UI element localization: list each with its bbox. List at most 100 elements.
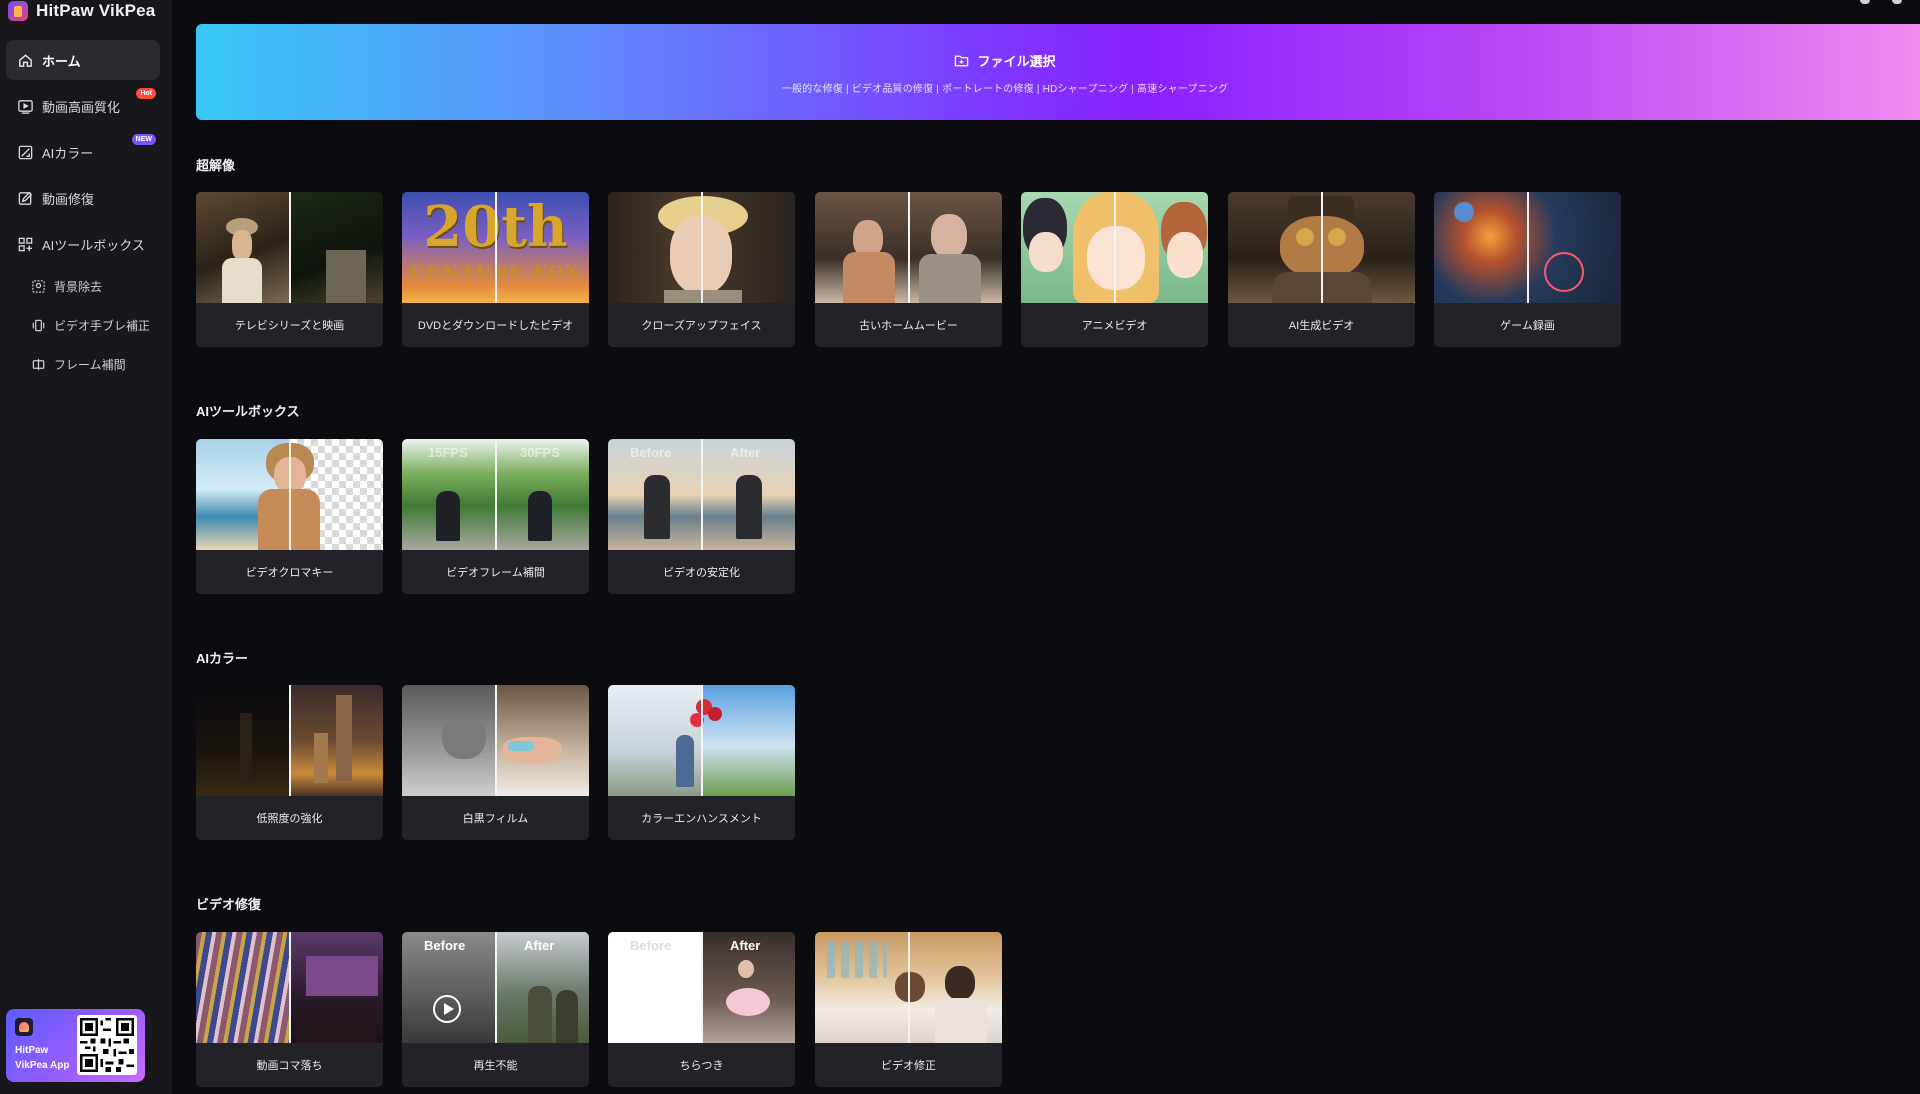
before-after-divider (1321, 192, 1323, 303)
card-label: DVDとダウンロードしたビデオ (417, 320, 574, 332)
before-after-divider (1114, 192, 1116, 303)
card-label: ビデオの安定化 (663, 567, 740, 579)
card-old-home-movies[interactable]: 古いホームムービー (815, 192, 1002, 347)
sidebar-item-label: 動画高画質化 (42, 99, 121, 115)
card-thumbnail (608, 685, 795, 796)
after-tag: After (730, 938, 761, 953)
card-label: AI生成ビデオ (1288, 320, 1355, 332)
card-thumbnail (1434, 192, 1621, 303)
section-title-ai-toolbox: AIツールボックス (196, 404, 300, 419)
sidebar-item-label: AIツールボックス (42, 237, 145, 253)
card-thumbnail: Before After (402, 932, 589, 1043)
play-icon (433, 995, 461, 1023)
after-tag: After (524, 938, 555, 953)
card-video-repair[interactable]: ビデオ修正 (815, 932, 1002, 1087)
card-thumbnail: 20th CENTURY FOX (402, 192, 589, 303)
card-color-enhancement[interactable]: カラーエンハンスメント (608, 685, 795, 840)
card-label: ビデオクロマキー (245, 567, 334, 579)
new-badge: NEW (131, 134, 156, 145)
sidebar-subitem-label: ビデオ手ブレ補正 (54, 318, 151, 333)
card-ai-generated-video[interactable]: AI生成ビデオ (1228, 192, 1415, 347)
card-closeup-face[interactable]: クローズアップフェイス (608, 192, 795, 347)
card-game-recording[interactable]: ゲーム録画 (1434, 192, 1621, 347)
sidebar-item-ai-color[interactable]: AIカラー NEW (6, 132, 160, 172)
brand: HitPaw VikPea (8, 0, 155, 22)
banner-title: ファイル選択 (196, 51, 1814, 70)
card-anime-video[interactable]: アニメビデオ (1021, 192, 1208, 347)
frame-interpolation-icon (30, 356, 46, 372)
close-icon[interactable] (1892, 0, 1902, 4)
card-thumbnail (1228, 192, 1415, 303)
card-thumbnail (196, 932, 383, 1043)
before-after-divider (1527, 192, 1529, 303)
card-low-light-enhancement[interactable]: 低照度の強化 (196, 685, 383, 840)
before-after-divider (289, 932, 291, 1043)
sidebar-item-label: 動画修復 (42, 191, 95, 207)
card-label: ゲーム録画 (1500, 320, 1555, 332)
video-repair-icon (16, 189, 34, 207)
card-thumbnail: 15FPS 30FPS (402, 439, 589, 550)
card-thumbnail (196, 192, 383, 303)
before-after-divider (701, 439, 703, 550)
card-label: 再生不能 (473, 1060, 518, 1072)
card-thumbnail (196, 685, 383, 796)
file-select-banner[interactable]: ファイル選択 一般的な修復 | ビデオ品質の修復 | ポートレートの修復 | H… (196, 24, 1920, 120)
card-label: ビデオフレーム補間 (446, 567, 545, 579)
card-label: 低照度の強化 (256, 813, 323, 825)
home-icon (16, 51, 34, 69)
card-label: アニメビデオ (1081, 320, 1148, 332)
promo-text: HitPaw VikPea App (15, 1043, 69, 1073)
sidebar-subitem-background-remove[interactable]: 背景除去 (30, 272, 160, 300)
sidebar-subitem-frame-interpolation[interactable]: フレーム補間 (30, 350, 160, 378)
ai-color-icon (16, 143, 34, 161)
before-after-divider (289, 685, 291, 796)
card-tv-series-movies[interactable]: テレビシリーズと映画 (196, 192, 383, 347)
card-unplayable[interactable]: Before After 再生不能 (402, 932, 589, 1087)
sidebar-item-video-enhance[interactable]: 動画高画質化 Hot (6, 86, 160, 126)
banner-subtitle: 一般的な修復 | ビデオ品質の修復 | ポートレートの修復 | HDシャープニン… (781, 84, 1229, 95)
mobile-app-promo[interactable]: HitPaw VikPea App (6, 1009, 145, 1082)
card-video-frame-interpolation[interactable]: 15FPS 30FPS ビデオフレーム補間 (402, 439, 589, 594)
section-title-video-repair: ビデオ修復 (196, 897, 262, 912)
card-label: ビデオ修正 (881, 1060, 936, 1072)
card-label: 動画コマ落ち (256, 1060, 323, 1072)
sidebar-nav: ホーム 動画高画質化 Hot AIカラー NEW 動画修復 AIツールボックス (6, 40, 160, 270)
card-dvd-downloaded-video[interactable]: 20th CENTURY FOX DVDとダウンロードしたビデオ (402, 192, 589, 347)
card-thumbnail (608, 192, 795, 303)
promo-line-1: HitPaw (15, 1045, 49, 1056)
card-thumbnail (815, 192, 1002, 303)
fps-after-tag: 30FPS (520, 445, 560, 460)
card-thumbnail (402, 685, 589, 796)
app-title: HitPaw VikPea (36, 1, 156, 20)
stabilize-icon (30, 317, 46, 333)
card-black-white-film[interactable]: 白黒フィルム (402, 685, 589, 840)
card-video-chroma-key[interactable]: ビデオクロマキー (196, 439, 383, 594)
sidebar-item-home[interactable]: ホーム (6, 40, 160, 80)
card-dropped-frames[interactable]: 動画コマ落ち (196, 932, 383, 1087)
app-window: HitPaw VikPea ホーム 動画高画質化 Hot AIカラー NEW 動… (0, 0, 1920, 1094)
hot-badge: Hot (136, 88, 156, 99)
sidebar-item-label: ホーム (42, 53, 81, 69)
before-after-divider (495, 439, 497, 550)
card-label: テレビシリーズと映画 (234, 320, 345, 332)
background-remove-icon (30, 278, 46, 294)
card-flicker[interactable]: Before After ちらつき (608, 932, 795, 1087)
card-video-stabilization[interactable]: Before After ビデオの安定化 (608, 439, 795, 594)
sidebar-item-video-repair[interactable]: 動画修復 (6, 178, 160, 218)
card-thumbnail (196, 439, 383, 550)
minimize-icon[interactable] (1860, 0, 1870, 4)
before-after-divider (701, 932, 703, 1043)
before-after-divider (289, 192, 291, 303)
before-after-divider (701, 192, 703, 303)
section-title-super-resolution: 超解像 (196, 158, 236, 173)
card-label: 古いホームムービー (859, 320, 958, 332)
after-tag: After (730, 445, 761, 460)
vikpea-app-logo-icon (15, 1018, 33, 1036)
video-enhance-icon (16, 97, 34, 115)
card-label: 白黒フィルム (462, 813, 529, 825)
sidebar-subitem-stabilize[interactable]: ビデオ手ブレ補正 (30, 311, 160, 339)
section-title-ai-color: AIカラー (196, 651, 249, 666)
before-tag: Before (424, 938, 466, 953)
sidebar-item-label: AIカラー (42, 145, 94, 161)
sidebar-item-ai-toolbox[interactable]: AIツールボックス (6, 224, 160, 264)
